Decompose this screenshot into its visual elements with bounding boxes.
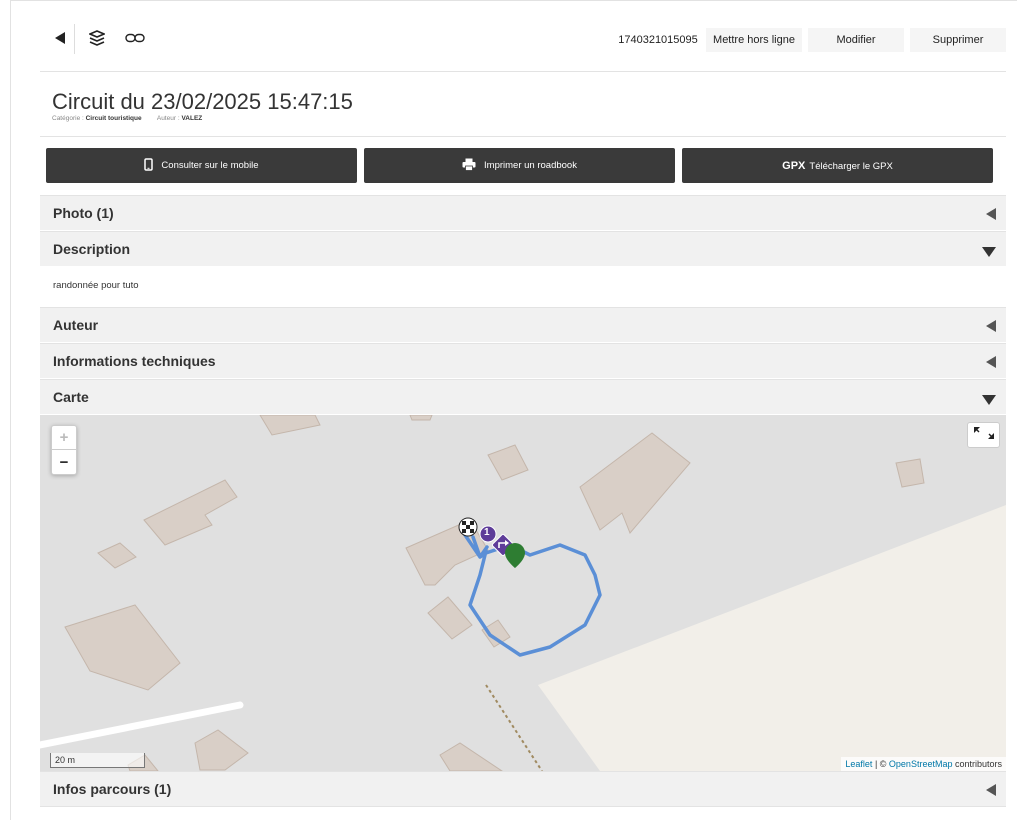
map-scale: 20 m (50, 753, 145, 768)
toolbar-divider (40, 71, 1006, 72)
print-button-label: Imprimer un roadbook (484, 160, 577, 171)
section-description-header[interactable]: Description (40, 231, 1006, 266)
section-author-header[interactable]: Auteur (40, 307, 1006, 342)
route-id-label: 1740321015095 (618, 34, 698, 46)
section-tech-info-header[interactable]: Informations techniques (40, 343, 1006, 378)
section-route-info-title: Infos parcours (1) (53, 781, 172, 797)
zoom-control: + − (51, 425, 77, 475)
zoom-out-button[interactable]: − (52, 450, 76, 474)
category-value: Circuit touristique (85, 115, 142, 122)
map-building (579, 432, 691, 534)
section-map-header[interactable]: Carte (40, 379, 1006, 414)
description-body: randonnée pour tuto (40, 266, 1006, 306)
map-building (194, 729, 249, 771)
finish-flag-icon (458, 517, 478, 537)
waypoint-number: 1 (484, 527, 490, 538)
offline-button[interactable]: Mettre hors ligne (706, 28, 802, 52)
map-landuse-area (538, 505, 1006, 771)
map-building (439, 742, 503, 771)
fullscreen-icon (972, 425, 996, 446)
mobile-button-label: Consulter sur le mobile (161, 160, 259, 171)
collapsed-arrow-icon (986, 207, 996, 223)
gpx-badge: GPX (782, 159, 806, 172)
section-tech-info-title: Informations techniques (53, 353, 216, 369)
section-map-title: Carte (53, 389, 89, 405)
map-building (481, 619, 511, 648)
back-triangle-icon[interactable] (52, 26, 68, 50)
toolbar-separator (74, 24, 75, 54)
map-building (143, 479, 238, 546)
route-map[interactable]: 1 + − 20 m Leaflet | © OpenStreetMap con… (40, 415, 1006, 771)
mobile-icon (144, 157, 154, 174)
print-button[interactable]: Imprimer un roadbook (364, 148, 675, 183)
start-pin-icon (505, 543, 525, 568)
route-meta: Catégorie : Circuit touristique Auteur :… (52, 115, 202, 122)
map-building (427, 596, 473, 640)
map-building (259, 415, 321, 436)
expanded-arrow-icon (982, 244, 996, 260)
map-building (895, 458, 925, 488)
map-attribution: Leaflet | © OpenStreetMap contributors (841, 757, 1006, 771)
gpx-button-label: Télécharger le GPX (809, 160, 893, 172)
osm-link[interactable]: OpenStreetMap (889, 759, 953, 769)
layers-icon[interactable] (88, 26, 106, 50)
link-icon[interactable] (124, 26, 146, 50)
category-label: Catégorie : (52, 115, 84, 122)
map-building (409, 415, 433, 421)
author-value: VALEZ (181, 115, 203, 122)
fullscreen-button[interactable] (967, 422, 1000, 448)
mobile-button[interactable]: Consulter sur le mobile (46, 148, 357, 183)
expanded-arrow-icon (982, 392, 996, 408)
map-building (97, 542, 137, 569)
section-route-info-header[interactable]: Infos parcours (1) (40, 771, 1006, 806)
printer-icon (462, 158, 476, 174)
bottom-divider (40, 806, 1006, 807)
top-toolbar: 1740321015095 Mettre hors ligne Modifier… (40, 18, 1006, 60)
edit-button[interactable]: Modifier (808, 28, 904, 52)
collapsed-arrow-icon (986, 783, 996, 799)
map-tiles (40, 415, 1006, 771)
map-building (487, 444, 529, 481)
attribution-separator: | © (872, 759, 889, 769)
gpx-download-button[interactable]: GPX Télécharger le GPX (682, 148, 993, 183)
leaflet-link[interactable]: Leaflet (845, 759, 872, 769)
map-building (64, 604, 181, 691)
attribution-contributors: contributors (952, 759, 1002, 769)
section-description-title: Description (53, 241, 131, 257)
collapsed-arrow-icon (986, 319, 996, 335)
map-track (485, 684, 543, 771)
description-text: randonnée pour tuto (53, 280, 139, 291)
page-title: Circuit du 23/02/2025 15:47:15 (52, 89, 353, 114)
zoom-in-button[interactable]: + (52, 426, 76, 450)
delete-button[interactable]: Supprimer (910, 28, 1006, 52)
route-track (463, 533, 602, 657)
section-photo-title: Photo (1) (53, 205, 114, 221)
collapsed-arrow-icon (986, 355, 996, 371)
author-label: Auteur : (156, 115, 180, 122)
section-author-title: Auteur (53, 317, 99, 333)
title-divider (40, 136, 1006, 137)
section-photo-header[interactable]: Photo (1) (40, 195, 1006, 230)
